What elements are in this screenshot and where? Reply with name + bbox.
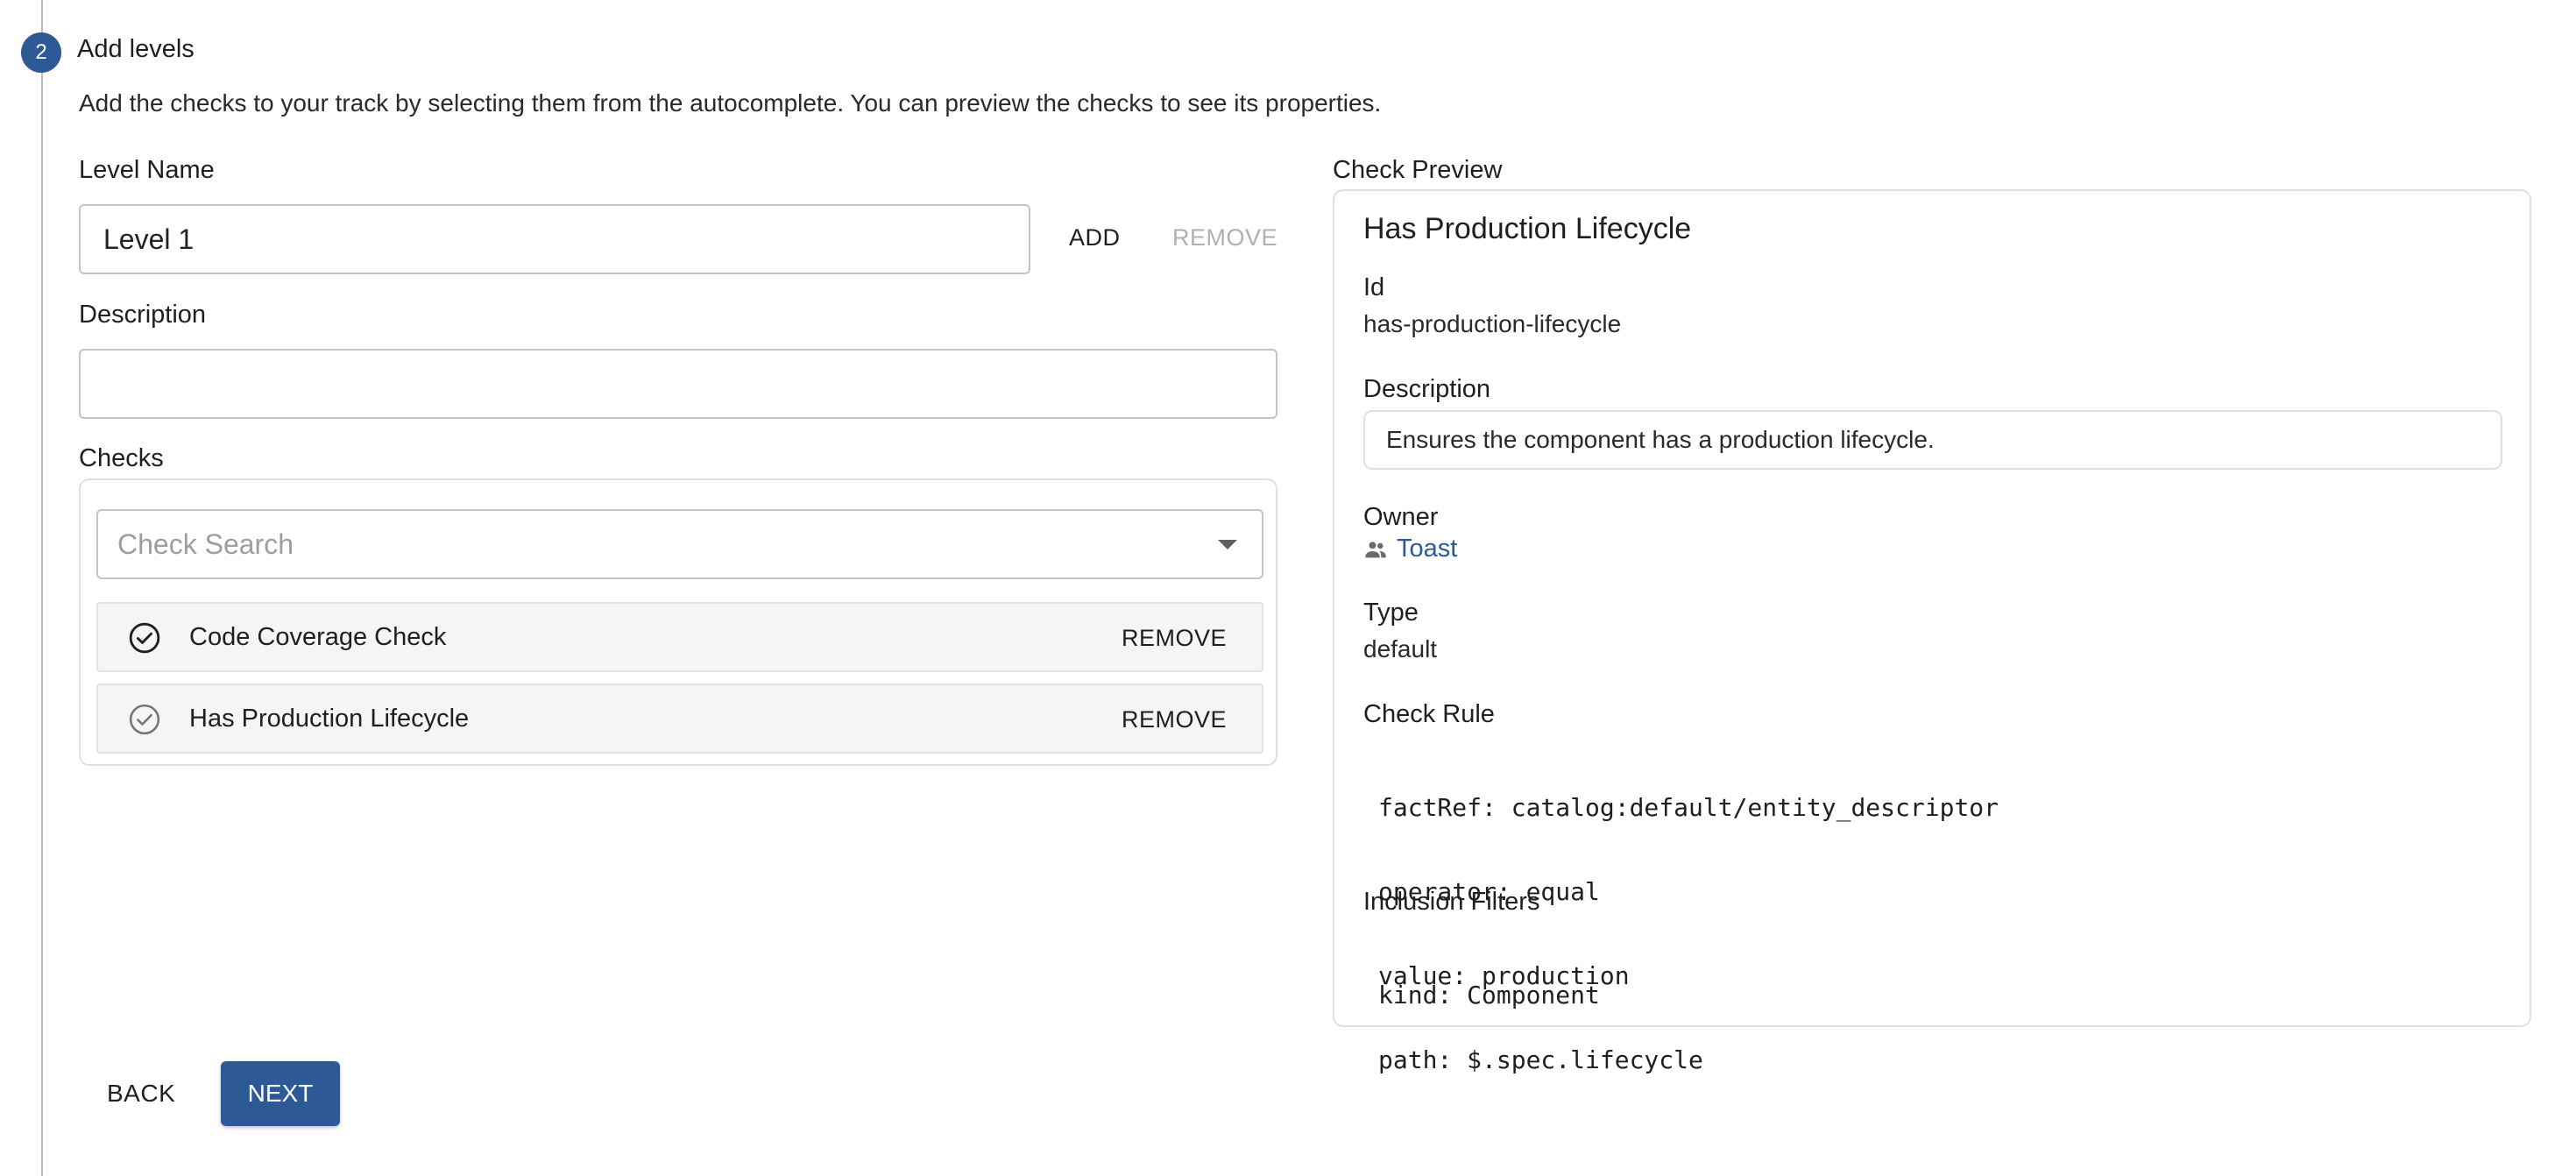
preview-description-label: Description — [1363, 375, 1491, 403]
preview-id-value: has-production-lifecycle — [1363, 310, 1622, 337]
checks-panel: Check Search Code Coverage Check REMOVE … — [79, 478, 1277, 766]
inclusion-filters-code: kind: Component — [1378, 925, 1600, 1066]
owner-link[interactable]: Toast — [1363, 535, 1457, 563]
check-name: Code Coverage Check — [189, 623, 447, 651]
next-button[interactable]: NEXT — [221, 1061, 340, 1126]
back-button[interactable]: BACK — [107, 1080, 175, 1108]
preview-inclusion-filters-label: Inclusion Filters — [1363, 888, 1540, 916]
remove-level-button[interactable]: REMOVE — [1172, 224, 1277, 251]
preview-owner-label: Owner — [1363, 503, 1439, 531]
group-icon — [1365, 541, 1386, 557]
check-circle-icon — [129, 622, 160, 654]
check-preview-label: Check Preview — [1333, 156, 1503, 184]
description-label: Description — [79, 301, 207, 329]
preview-description-box: Ensures the component has a production l… — [1363, 410, 2502, 470]
check-search-placeholder: Check Search — [117, 528, 294, 560]
check-list-item[interactable]: Has Production Lifecycle REMOVE — [96, 684, 1263, 754]
check-name: Has Production Lifecycle — [189, 705, 470, 733]
check-list-item[interactable]: Code Coverage Check REMOVE — [96, 602, 1263, 672]
dropdown-arrow-icon[interactable] — [1218, 540, 1237, 549]
step-description: Add the checks to your track by selectin… — [79, 89, 1382, 117]
check-search-select[interactable]: Check Search — [96, 509, 1263, 579]
checks-label: Checks — [79, 444, 164, 472]
description-input[interactable] — [79, 349, 1277, 419]
preview-id-label: Id — [1363, 273, 1385, 301]
remove-check-button[interactable]: REMOVE — [1122, 706, 1227, 733]
step-number-badge: 2 — [21, 32, 61, 73]
preview-type-value: default — [1363, 635, 1438, 662]
preview-type-label: Type — [1363, 599, 1419, 627]
add-level-button[interactable]: ADD — [1069, 224, 1121, 251]
step-title: Add levels — [77, 35, 195, 63]
owner-name[interactable]: Toast — [1397, 535, 1457, 563]
level-name-label: Level Name — [79, 156, 215, 184]
level-name-input[interactable]: Level 1 — [79, 204, 1030, 274]
check-preview-card: Has Production Lifecycle Id has-producti… — [1333, 189, 2531, 1074]
check-circle-icon — [129, 704, 160, 735]
code-line: kind: Component — [1378, 981, 1600, 1010]
stepper-connector-line — [41, 0, 43, 1176]
code-line: factRef: catalog:default/entity_descript… — [1378, 793, 1999, 822]
preview-check-title: Has Production Lifecycle — [1363, 212, 1692, 245]
preview-check-rule-label: Check Rule — [1363, 700, 1495, 728]
remove-check-button[interactable]: REMOVE — [1122, 625, 1227, 652]
